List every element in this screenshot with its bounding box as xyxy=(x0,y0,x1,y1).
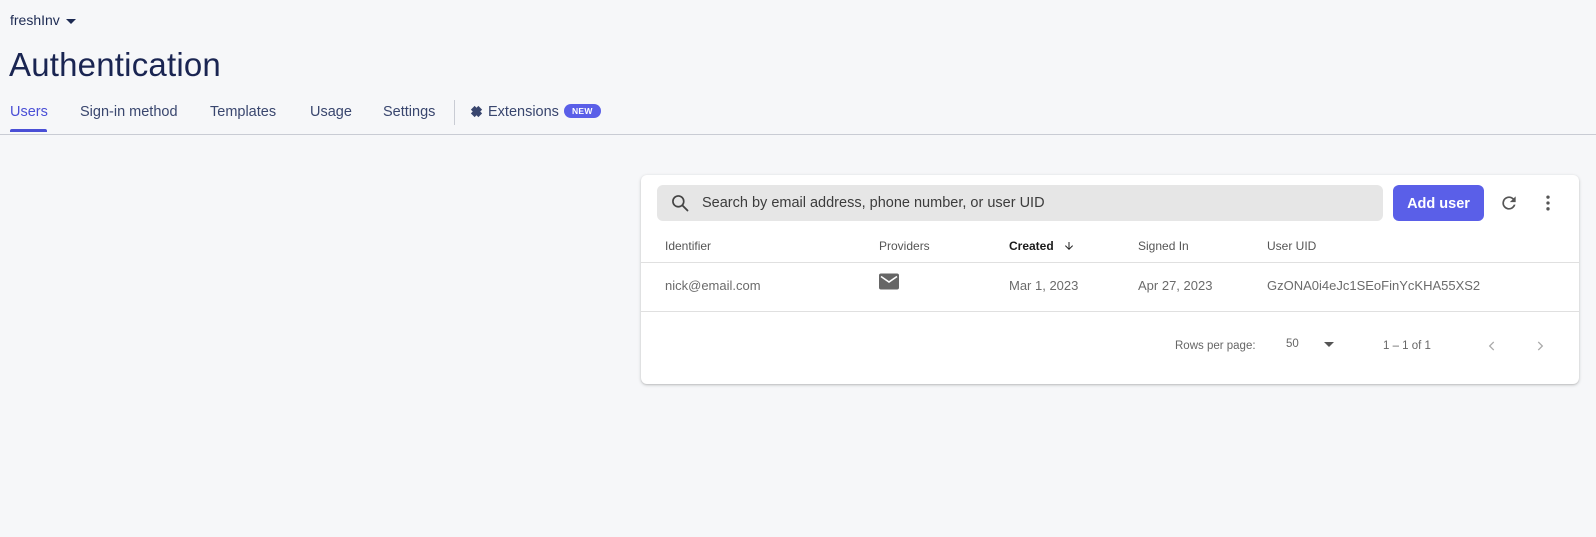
tab-sign-in-method[interactable]: Sign-in method xyxy=(80,104,178,120)
email-icon xyxy=(879,273,899,295)
search-input[interactable] xyxy=(700,194,1344,212)
cell-identifier[interactable]: nick@email.com xyxy=(665,278,761,293)
tab-extensions[interactable]: Extensions NEW xyxy=(469,104,601,120)
search-icon xyxy=(670,193,690,213)
tab-usage[interactable]: Usage xyxy=(310,104,352,120)
column-header-signed-in[interactable]: Signed In xyxy=(1138,239,1189,253)
search-bar[interactable] xyxy=(657,185,1383,221)
column-header-created[interactable]: Created xyxy=(1009,239,1075,253)
more-vert-icon xyxy=(1546,195,1550,211)
cell-user-uid: GzONA0i4eJc1SEoFinYcKHA55XS2 xyxy=(1267,278,1481,293)
tab-settings[interactable]: Settings xyxy=(383,104,435,120)
users-panel: Add user Identifier Providers Created Si… xyxy=(641,175,1579,384)
rows-per-page-select[interactable]: 50 xyxy=(1286,338,1334,350)
extensions-icon xyxy=(470,105,483,117)
tab-divider xyxy=(454,100,455,125)
tab-extensions-label: Extensions xyxy=(488,104,559,120)
pagination-range: 1 – 1 of 1 xyxy=(1383,340,1431,352)
page-title: Authentication xyxy=(9,46,221,83)
active-tab-indicator xyxy=(10,129,47,132)
cell-created: Mar 1, 2023 xyxy=(1009,278,1079,293)
cell-signed-in: Apr 27, 2023 xyxy=(1138,278,1213,293)
refresh-button[interactable] xyxy=(1495,189,1523,217)
rows-per-page-label: Rows per page: xyxy=(1175,340,1256,352)
column-header-user-uid[interactable]: User UID xyxy=(1267,239,1316,253)
new-badge: NEW xyxy=(563,104,601,119)
project-switcher[interactable]: freshInv xyxy=(10,12,76,28)
more-options-button[interactable] xyxy=(1534,189,1562,217)
row-divider xyxy=(641,262,1579,263)
chevron-down-icon xyxy=(65,18,76,24)
chevron-right-icon xyxy=(1537,341,1544,351)
refresh-icon xyxy=(1502,196,1516,210)
tab-users[interactable]: Users xyxy=(10,104,48,120)
column-header-created-label: Created xyxy=(1009,239,1054,253)
next-page-button[interactable] xyxy=(1529,335,1551,357)
add-user-button[interactable]: Add user xyxy=(1393,185,1484,221)
tab-bar: Users Sign-in method Templates Usage Set… xyxy=(0,98,1596,135)
arrow-down-icon xyxy=(1064,241,1073,250)
rows-per-page-value: 50 xyxy=(1286,338,1299,350)
column-header-providers[interactable]: Providers xyxy=(879,239,930,253)
tab-templates[interactable]: Templates xyxy=(210,104,276,120)
previous-page-button[interactable] xyxy=(1481,335,1503,357)
row-divider xyxy=(641,311,1579,312)
project-name: freshInv xyxy=(10,12,60,28)
column-header-identifier[interactable]: Identifier xyxy=(665,239,711,253)
chevron-down-icon xyxy=(1324,341,1334,347)
chevron-left-icon xyxy=(1488,341,1495,351)
